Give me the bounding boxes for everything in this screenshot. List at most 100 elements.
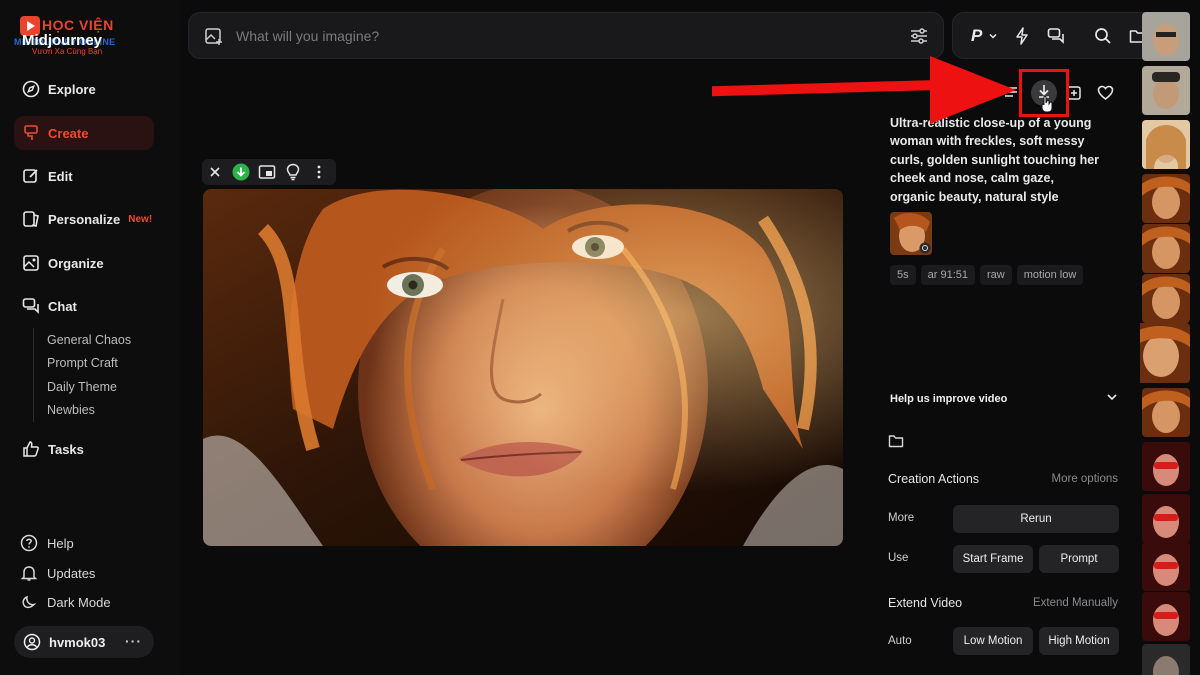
username: hvmok03 [49,634,106,650]
thumbnail-item[interactable] [1142,120,1190,169]
logo-hocvien-text: HỌC VIỆN [42,17,114,33]
nav-organize[interactable]: Organize [14,246,154,280]
prompt-input[interactable] [236,27,886,44]
top-toolbar: P [952,12,1158,59]
start-frame-button[interactable]: Start Frame [953,545,1033,573]
more-row-label: More [888,512,915,524]
thumbnail-item[interactable] [1142,442,1190,491]
sidebar: HỌC VIỆN MIDJOURNEY ONLINE Midjourney Vư… [0,0,180,675]
thumbs-up-icon [22,440,40,458]
thumbnail-item[interactable] [1142,592,1190,641]
chevron-down-icon [1106,391,1118,406]
use-row-label: Use [888,552,909,564]
download-badge-icon[interactable] [228,159,254,185]
generated-portrait-image[interactable] [203,189,843,546]
thumbnail-item-selected[interactable] [1140,323,1190,383]
image-toolbar [202,159,336,185]
close-icon[interactable] [202,159,228,185]
more-vertical-icon[interactable] [306,159,332,185]
nav-updates[interactable]: Updates [20,562,95,584]
annotation-arrow-shaft [712,79,946,97]
thumbnail-item[interactable] [1142,174,1190,223]
nav-updates-label: Updates [47,565,96,581]
personalize-icon [22,210,40,228]
image-prompt-icon[interactable] [204,26,224,46]
nav-explore[interactable]: Explore [14,72,154,106]
help-icon [20,534,38,552]
lightbulb-icon[interactable] [280,159,306,185]
thumbnail-strip [1140,0,1200,675]
low-motion-button[interactable]: Low Motion [953,627,1033,655]
nav-create[interactable]: Create [14,116,154,150]
brush-icon [22,124,40,142]
heart-icon[interactable] [1097,85,1114,106]
thumbnail-item[interactable] [1142,66,1190,115]
feedback-label: Help us improve video [890,393,1008,405]
thumbnail-item[interactable] [1142,274,1190,323]
extend-manually-link[interactable]: Extend Manually [1033,597,1118,609]
prompt-text: Ultra-realistic close-up of a young woma… [890,116,1100,204]
chevron-down-icon [988,26,998,46]
nav-dark-mode-label: Dark Mode [47,594,111,610]
picture-in-picture-icon[interactable] [254,159,280,185]
nav-help-label: Help [47,535,74,551]
prompt-bar [188,12,944,59]
chat-room-item[interactable]: Daily Theme [47,375,131,399]
reference-image-thumbnail[interactable] [890,212,932,255]
settings-sliders-icon[interactable] [909,26,929,46]
nav-edit[interactable]: Edit [14,159,154,193]
thumbnail-item[interactable] [1142,494,1190,543]
extend-video-title: Extend Video [888,596,963,610]
thumbnail-item[interactable] [1142,388,1190,437]
nav-tasks[interactable]: Tasks [14,432,154,466]
rerun-button[interactable]: Rerun [953,505,1119,533]
more-options-icon[interactable]: ··· [125,633,142,649]
high-motion-button[interactable]: High Motion [1039,627,1119,655]
parameter-tags: 5s ar 91:51 raw motion low [890,265,1084,285]
chat-room-item[interactable]: Newbies [47,399,131,423]
brand-logo[interactable]: HỌC VIỆN MIDJOURNEY ONLINE Midjourney Vư… [14,14,128,56]
annotation-highlight-box [1019,69,1069,117]
bell-icon [20,564,38,582]
compass-icon [22,80,40,98]
user-account-button[interactable]: hvmok03 ··· [14,626,154,658]
annotation-arrow-head [930,56,1016,124]
lightning-icon[interactable] [1013,25,1031,47]
param-tag: ar 91:51 [920,265,975,285]
search-icon[interactable] [1094,25,1112,47]
auto-row-label: Auto [888,635,912,647]
new-badge: New! [128,213,153,225]
personalize-dropdown[interactable]: P [971,25,998,47]
thumbnail-item[interactable] [1142,224,1190,273]
moon-icon [20,593,38,611]
nav-create-label: Create [48,125,89,141]
nav-organize-label: Organize [48,255,104,271]
user-avatar-icon [23,633,41,651]
nav-chat[interactable]: Chat [14,289,154,323]
chat-room-list: General Chaos Prompt Craft Daily Theme N… [33,328,131,422]
chat-bubbles-icon[interactable] [1047,25,1065,47]
nav-help[interactable]: Help [20,532,74,554]
nav-tasks-label: Tasks [48,441,84,457]
chat-room-item[interactable]: General Chaos [47,328,131,352]
param-tag: 5s [890,265,916,285]
nav-dark-mode[interactable]: Dark Mode [20,591,111,613]
edit-icon [22,167,40,185]
nav-chat-label: Chat [48,298,77,314]
nav-personalize[interactable]: Personalize New! [14,202,154,236]
nav-edit-label: Edit [48,168,73,184]
image-grid-icon [22,254,40,272]
more-options-link[interactable]: More options [1052,473,1118,485]
chat-icon [22,297,40,315]
feedback-toggle[interactable]: Help us improve video [890,393,1118,405]
param-tag: motion low [1016,265,1084,285]
folder-icon[interactable] [888,434,904,453]
thumbnail-item[interactable] [1142,542,1190,591]
logo-slogan-text: Vươn Xa Cùng Bạn [32,47,103,56]
chat-room-item[interactable]: Prompt Craft [47,352,131,376]
use-prompt-button[interactable]: Prompt [1039,545,1119,573]
thumbnail-item[interactable] [1142,12,1190,61]
nav-personalize-label: Personalize [48,211,121,227]
thumbnail-item[interactable] [1142,644,1190,675]
nav-explore-label: Explore [48,81,96,97]
